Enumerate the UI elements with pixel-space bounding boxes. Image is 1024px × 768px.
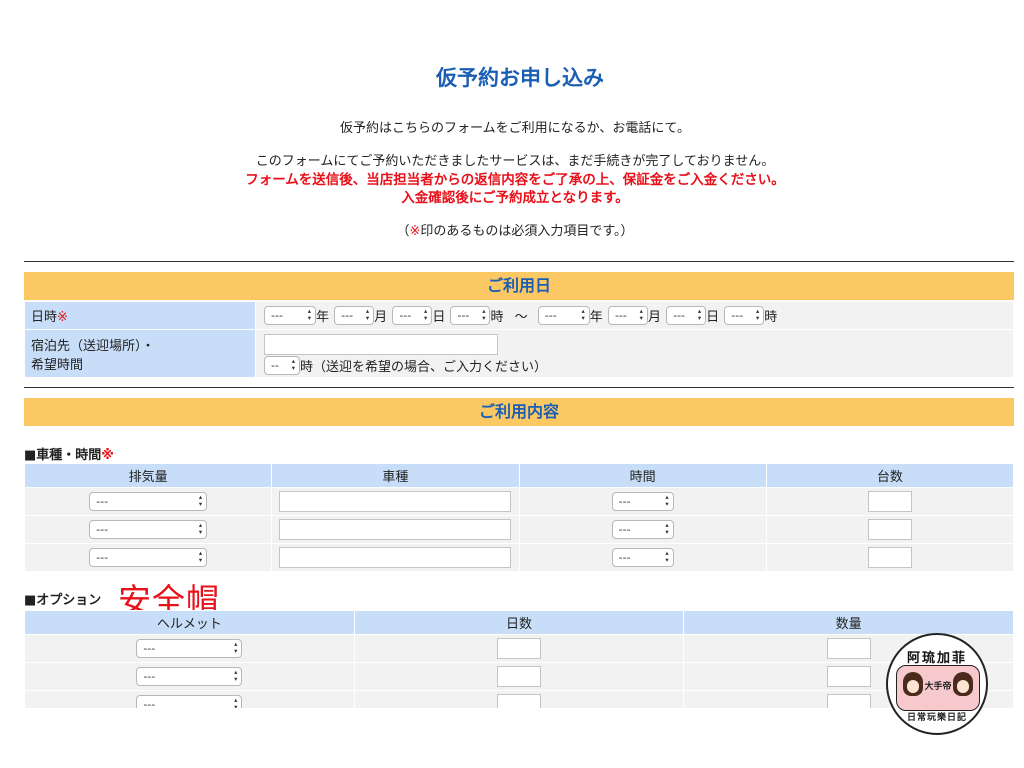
option-table: ヘルメット 日数 数量 --- --- --- bbox=[24, 610, 1014, 719]
col-displacement: 排気量 bbox=[23, 463, 273, 488]
table-row: --- --- bbox=[23, 487, 1015, 516]
helmet-select[interactable]: --- bbox=[136, 667, 243, 686]
col-quantity: 台数 bbox=[765, 463, 1015, 488]
quantity-input[interactable] bbox=[867, 547, 912, 568]
time-select[interactable]: --- bbox=[611, 520, 674, 539]
lodging-input[interactable] bbox=[264, 334, 498, 355]
option-quantity-input[interactable] bbox=[826, 638, 871, 659]
displacement-select[interactable]: --- bbox=[89, 548, 208, 567]
col-days: 日数 bbox=[353, 610, 685, 635]
crop-edge bbox=[0, 708, 1024, 768]
vehicle-type-input[interactable] bbox=[279, 547, 512, 568]
section-usage-date: ご利用日 bbox=[24, 272, 1014, 300]
required-mark: ※ bbox=[409, 224, 421, 239]
lodging-field: --時（送迎を希望の場合、ご入力ください） bbox=[255, 329, 1014, 378]
pickup-hour-select[interactable]: -- bbox=[264, 356, 300, 375]
divider bbox=[24, 261, 1014, 262]
quantity-input[interactable] bbox=[867, 491, 912, 512]
section-usage-content: ご利用内容 bbox=[24, 398, 1014, 426]
divider bbox=[24, 387, 1014, 388]
helmet-select[interactable]: --- bbox=[136, 639, 243, 658]
table-row: --- bbox=[24, 634, 1014, 663]
end-day-select[interactable]: --- bbox=[666, 306, 707, 325]
col-helmet: ヘルメット bbox=[24, 610, 355, 635]
page-title: 仮予約お申し込み bbox=[436, 66, 604, 90]
table-row: --- --- bbox=[23, 543, 1015, 572]
vehicle-heading: ■車種・時間※ bbox=[24, 448, 114, 463]
start-hour-select[interactable]: --- bbox=[450, 306, 491, 325]
datetime-field: ---年 ---月 ---日 ---時 〜 ---年 ---月 ---日 ---… bbox=[255, 301, 1014, 330]
usage-date-form: 日時※ ---年 ---月 ---日 ---時 〜 ---年 ---月 ---日… bbox=[24, 301, 1014, 378]
end-hour-select[interactable]: --- bbox=[724, 306, 765, 325]
col-time: 時間 bbox=[518, 463, 767, 488]
table-row: --- bbox=[24, 662, 1014, 691]
option-heading: ■オプション bbox=[24, 593, 102, 608]
start-day-select[interactable]: --- bbox=[392, 306, 433, 325]
days-input[interactable] bbox=[496, 666, 541, 687]
quantity-input[interactable] bbox=[867, 519, 912, 540]
datetime-label: 日時※ bbox=[24, 301, 256, 330]
col-vehicle-type: 車種 bbox=[271, 463, 520, 488]
time-select[interactable]: --- bbox=[611, 492, 674, 511]
lodging-label: 宿泊先（送迎場所）・ 希望時間 bbox=[24, 329, 256, 378]
vehicle-table: 排気量 車種 時間 台数 --- --- --- --- --- --- bbox=[23, 463, 1015, 572]
intro-alert-2: 入金確認後にご予約成立となります。 bbox=[401, 190, 629, 206]
intro-text-1: 仮予約はこちらのフォームをご利用になるか、お電話にて。 bbox=[340, 121, 690, 136]
required-note: （※印のあるものは必須入力項目です。） bbox=[396, 224, 634, 239]
watermark-logo: 阿琉加菲 大手帝 日常玩樂日記 bbox=[886, 633, 988, 735]
start-month-select[interactable]: --- bbox=[334, 306, 375, 325]
watermark-illustration: 大手帝 bbox=[896, 665, 980, 711]
displacement-select[interactable]: --- bbox=[89, 520, 208, 539]
displacement-select[interactable]: --- bbox=[89, 492, 208, 511]
vehicle-type-input[interactable] bbox=[279, 491, 512, 512]
start-year-select[interactable]: --- bbox=[264, 306, 316, 325]
col-option-quantity: 数量 bbox=[683, 610, 1014, 635]
table-row: --- --- bbox=[23, 515, 1015, 544]
option-quantity-input[interactable] bbox=[826, 666, 871, 687]
vehicle-type-input[interactable] bbox=[279, 519, 512, 540]
intro-alert-1: フォームを送信後、当店担当者からの返信内容をご了承の上、保証金をご入金ください。 bbox=[245, 172, 785, 188]
intro-text-2: このフォームにてご予約いただきましたサービスは、まだ手続きが完了しておりません。 bbox=[255, 154, 775, 169]
days-input[interactable] bbox=[496, 638, 541, 659]
time-select[interactable]: --- bbox=[611, 548, 674, 567]
end-month-select[interactable]: --- bbox=[607, 306, 648, 325]
end-year-select[interactable]: --- bbox=[537, 306, 590, 325]
